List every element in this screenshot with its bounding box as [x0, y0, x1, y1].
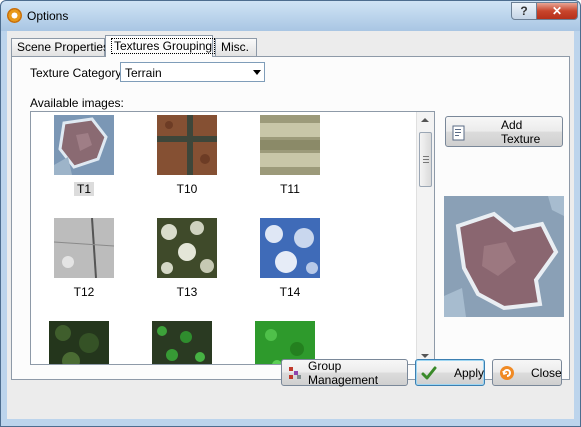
texture-preview-image: [444, 196, 564, 317]
texture-category-select[interactable]: Terrain: [120, 62, 265, 82]
list-item[interactable]: [152, 321, 222, 364]
group-management-label: Group Management: [308, 358, 379, 387]
tab-label: Misc.: [221, 40, 249, 54]
list-item[interactable]: T14: [255, 218, 325, 299]
help-button[interactable]: ?: [511, 2, 537, 20]
texture-thumbnail-icon: [157, 115, 217, 175]
add-texture-button[interactable]: Add Texture: [445, 116, 563, 147]
tab-textures-grouping[interactable]: Textures Grouping: [105, 35, 216, 57]
texture-thumbnail-icon: [54, 115, 114, 175]
list-scrollbar[interactable]: [416, 112, 434, 364]
texture-thumbnail-icon: [49, 321, 110, 364]
group-management-button[interactable]: Group Management: [281, 358, 408, 387]
item-label: T10: [176, 182, 198, 196]
item-label: T1: [73, 182, 94, 196]
list-item[interactable]: T13: [152, 218, 222, 299]
grip-line: [423, 156, 429, 157]
grip-line: [423, 162, 429, 163]
texture-thumbnail-icon: [157, 218, 217, 278]
item-label: T14: [279, 285, 301, 299]
tab-misc[interactable]: Misc.: [215, 38, 257, 56]
group-grid-icon: [289, 367, 301, 379]
texture-thumbnail-icon: [53, 217, 115, 279]
texture-thumbnail-icon: [260, 218, 320, 278]
tab-label: Scene Properties: [17, 40, 110, 54]
list-item[interactable]: [49, 321, 119, 364]
close-circle-icon: [500, 366, 514, 380]
options-window: Options ? ✕ Scene Properties Textures Gr…: [0, 0, 581, 427]
grip-line: [423, 159, 429, 160]
list-item[interactable]: T10: [152, 115, 222, 196]
texture-category-value: Terrain: [125, 66, 162, 80]
app-gear-icon: [7, 8, 22, 23]
list-item[interactable]: T1: [49, 115, 119, 196]
chevron-down-icon[interactable]: [253, 70, 261, 75]
item-label: T11: [280, 182, 300, 196]
tab-label: Textures Grouping: [111, 38, 216, 54]
list-item[interactable]: T12: [49, 217, 119, 299]
apply-button[interactable]: Apply: [415, 359, 485, 386]
document-add-icon: [452, 125, 465, 141]
apply-label: Apply: [454, 365, 485, 380]
texture-category-label: Texture Category:: [30, 66, 125, 80]
texture-thumbnail-icon: [260, 115, 320, 175]
scroll-thumb[interactable]: [419, 132, 432, 187]
scroll-down-arrow-icon[interactable]: [421, 354, 429, 358]
item-label: T12: [73, 285, 95, 299]
close-label: Close: [531, 365, 562, 380]
list-item[interactable]: T11: [255, 115, 325, 196]
window-title: Options: [27, 9, 69, 23]
tab-scene-properties[interactable]: Scene Properties: [11, 38, 109, 56]
window-close-button[interactable]: ✕: [536, 2, 578, 20]
add-texture-label: Add Texture: [501, 117, 541, 146]
available-images-list[interactable]: T1 T10 T11 T12 T13 T14: [30, 111, 435, 365]
close-button[interactable]: Close: [492, 359, 562, 386]
available-images-label: Available images:: [30, 96, 124, 110]
title-bar[interactable]: Options ? ✕: [1, 1, 580, 31]
checkmark-icon: [421, 366, 437, 380]
texture-thumbnail-icon: [152, 321, 213, 364]
scroll-up-arrow-icon[interactable]: [421, 118, 429, 122]
item-label: T13: [176, 285, 198, 299]
